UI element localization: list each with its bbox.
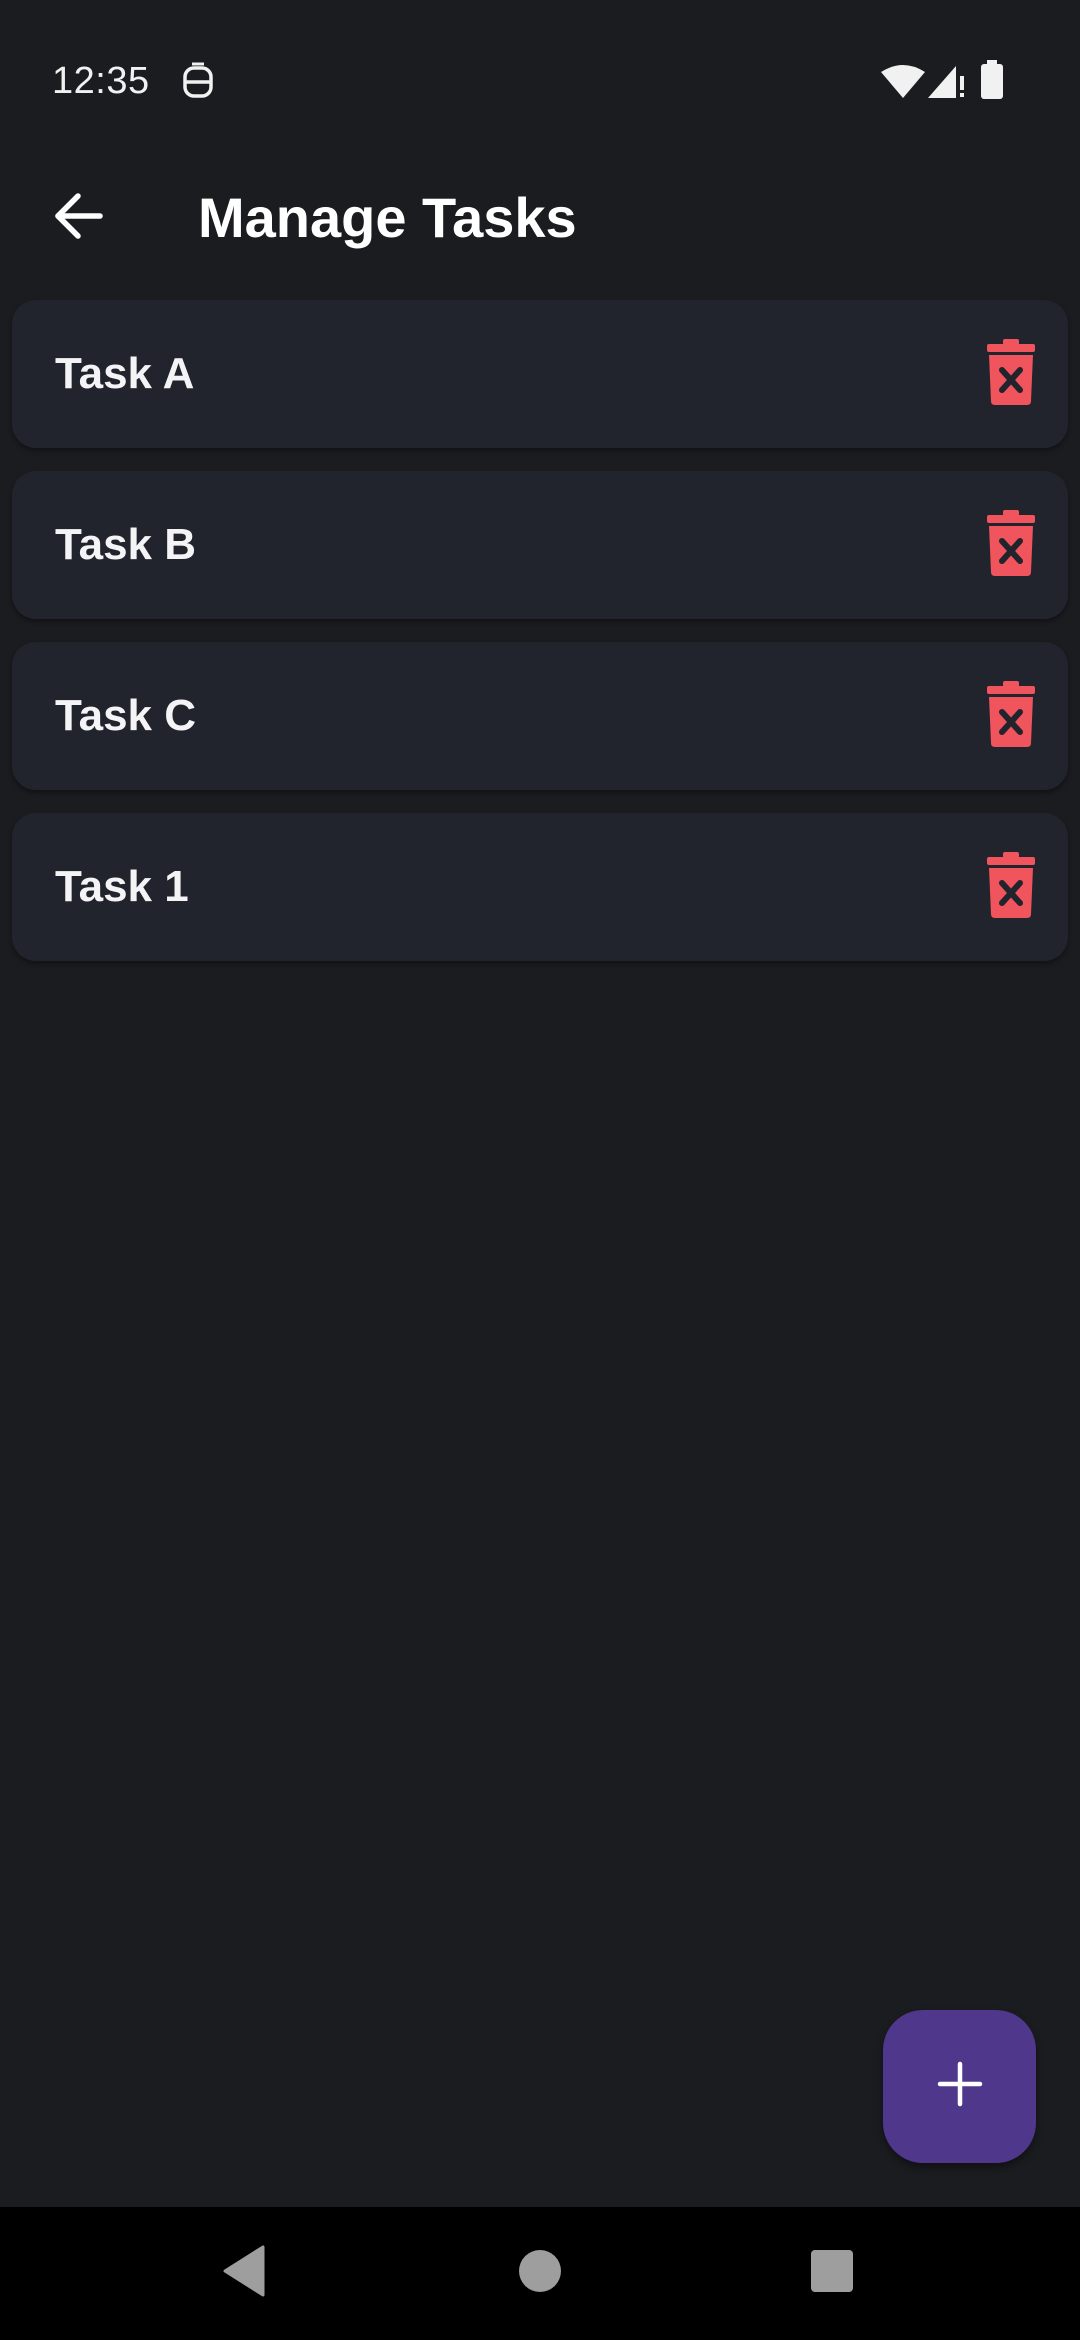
delete-task-button[interactable]: [976, 329, 1046, 419]
add-task-button[interactable]: [883, 2010, 1036, 2163]
task-label: Task C: [55, 691, 197, 740]
nav-back-button[interactable]: [184, 2207, 304, 2340]
task-card[interactable]: Task A: [12, 300, 1068, 448]
status-time: 12:35: [52, 60, 150, 102]
nav-home-button[interactable]: [480, 2207, 600, 2340]
task-card[interactable]: Task C: [12, 642, 1068, 790]
task-card[interactable]: Task B: [12, 471, 1068, 619]
trash-x-icon: [986, 851, 1036, 923]
back-triangle-icon: [221, 2245, 267, 2302]
recents-square-icon: [810, 2249, 854, 2298]
delete-task-button[interactable]: [976, 671, 1046, 761]
trash-x-icon: [986, 338, 1036, 410]
nav-recents-button[interactable]: [772, 2207, 892, 2340]
arrow-left-icon: [52, 192, 104, 245]
task-label: Task B: [55, 520, 197, 569]
battery-icon: [980, 60, 1004, 105]
page-title: Manage Tasks: [198, 186, 577, 249]
trash-x-icon: [986, 509, 1036, 581]
delete-task-button[interactable]: [976, 500, 1046, 590]
accessibility-icon: [180, 62, 216, 107]
system-nav-bar: [0, 2207, 1080, 2340]
wifi-icon: [880, 64, 926, 105]
trash-x-icon: [986, 680, 1036, 752]
delete-task-button[interactable]: [976, 842, 1046, 932]
home-circle-icon: [518, 2249, 562, 2298]
task-label: Task A: [55, 349, 195, 398]
signal-icon: [926, 64, 966, 105]
task-label: Task 1: [55, 862, 189, 911]
back-button[interactable]: [38, 178, 118, 258]
task-card[interactable]: Task 1: [12, 813, 1068, 961]
plus-icon: [936, 2060, 984, 2113]
app-bar: Manage Tasks: [0, 170, 1080, 300]
task-list: Task A Task B Task C Task 1: [12, 300, 1068, 984]
status-bar: 12:35: [0, 0, 1080, 170]
